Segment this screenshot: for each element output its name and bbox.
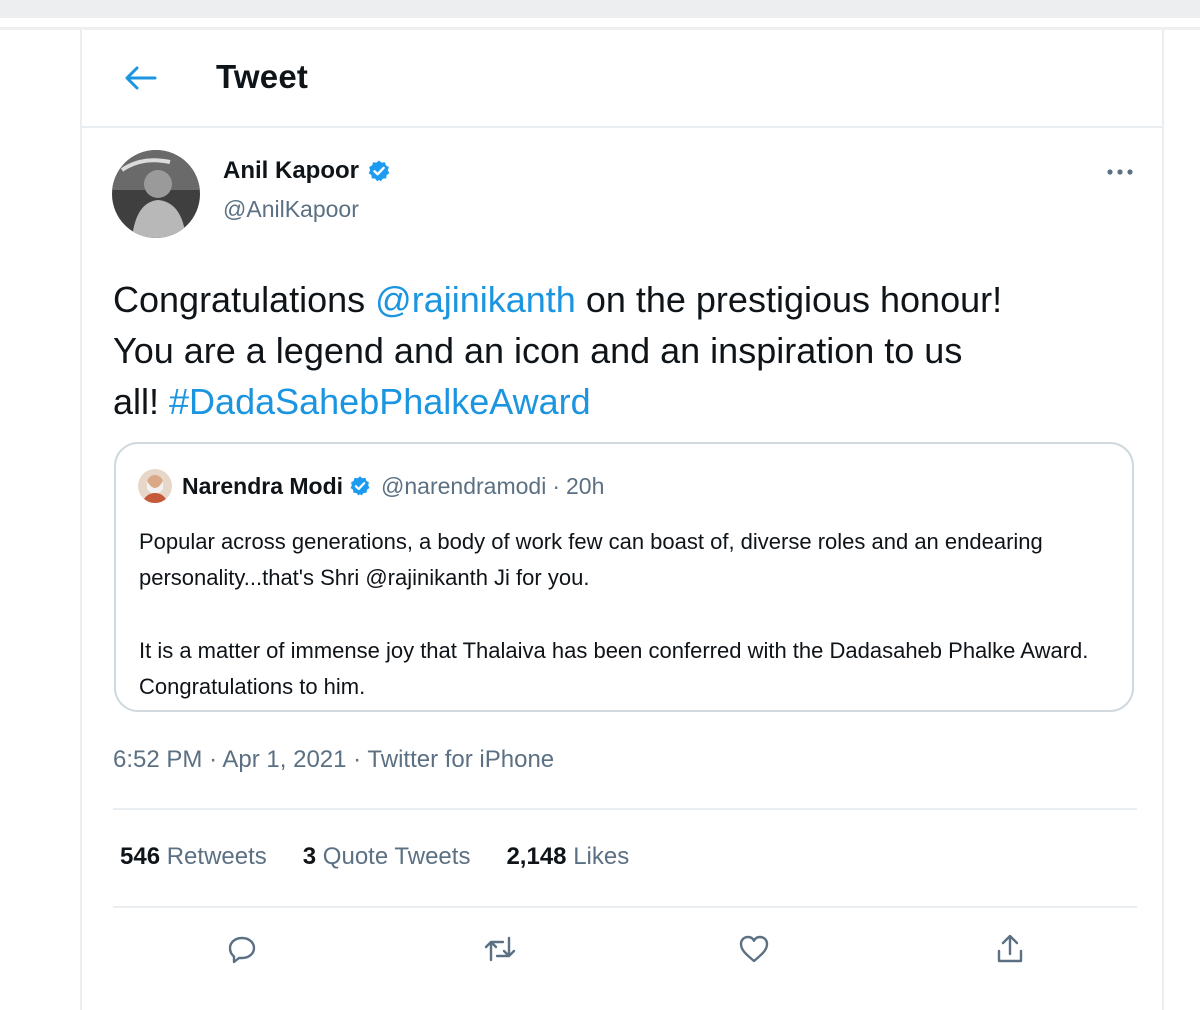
retweet-icon [484, 936, 516, 962]
browser-top-bar [0, 0, 1200, 18]
quoted-timestamp: 20h [565, 472, 605, 499]
likes-stat[interactable]: 2,148 Likes [506, 843, 629, 871]
quoted-tweet-card[interactable]: Narendra Modi @narendramodi · 20h Popula… [114, 442, 1134, 712]
heart-icon [739, 935, 769, 963]
retweet-button[interactable] [477, 926, 523, 972]
mention-link[interactable]: @rajinikanth [375, 279, 576, 320]
page-header: Tweet [82, 30, 1162, 128]
quoted-paragraph-1: Popular across generations, a body of wo… [139, 529, 1043, 590]
tweet-source[interactable]: Twitter for iPhone [367, 746, 554, 773]
quoted-author-name: Narendra Modi [182, 472, 344, 499]
likes-count: 2,148 [506, 843, 567, 870]
quote-tweets-stat[interactable]: 3 Quote Tweets [303, 843, 471, 871]
tweet-text-part1: Congratulations [113, 279, 376, 320]
more-horizontal-icon [1107, 169, 1133, 175]
retweets-stat[interactable]: 546 Retweets [120, 843, 267, 871]
reply-icon [228, 936, 256, 964]
page-title: Tweet [216, 58, 309, 95]
meta-separator-2: · [353, 746, 362, 773]
more-options-button[interactable] [1100, 160, 1140, 184]
arrow-left-icon [125, 66, 157, 90]
author-avatar[interactable] [112, 150, 200, 238]
quoted-author-avatar [138, 469, 172, 503]
meta-separator-1: · [209, 746, 218, 773]
author-name[interactable]: Anil Kapoor [223, 157, 359, 185]
tweet-stats: 546 Retweets 3 Quote Tweets 2,148 Likes [120, 843, 665, 871]
author-handle[interactable]: @AnilKapoor [223, 196, 359, 223]
like-button[interactable] [731, 926, 777, 972]
tweet-time[interactable]: 6:52 PM [113, 746, 202, 773]
share-button[interactable] [987, 926, 1033, 972]
retweets-count: 546 [120, 843, 161, 870]
back-button[interactable] [118, 60, 162, 96]
quoted-tweet-header: Narendra Modi @narendramodi · 20h [138, 469, 604, 503]
tweet-meta: 6:52 PM · Apr 1, 2021 · Twitter for iPho… [113, 746, 554, 774]
quote-tweets-count: 3 [302, 843, 317, 870]
divider [113, 906, 1137, 908]
divider [113, 808, 1137, 810]
tweet-text: Congratulations @rajinikanth on the pres… [113, 274, 1013, 427]
quoted-verified-badge-icon [349, 475, 371, 497]
reply-button[interactable] [219, 926, 265, 972]
quoted-paragraph-2: It is a matter of immense joy that Thala… [139, 638, 1089, 699]
verified-badge-icon [367, 159, 391, 183]
retweets-label: Retweets [166, 843, 267, 870]
share-icon [997, 934, 1023, 963]
likes-label: Likes [573, 843, 630, 870]
quote-tweets-label: Quote Tweets [322, 843, 471, 870]
tweet-date[interactable]: Apr 1, 2021 [222, 746, 346, 773]
hashtag-link[interactable]: #DadaSahebPhalkeAward [169, 381, 591, 422]
tweet-column: Tweet Anil Kapoor @AnilKapoor Congratula… [80, 30, 1164, 1010]
quoted-author-handle: @narendramodi [381, 472, 547, 499]
tweet-actions [113, 920, 1137, 980]
quoted-separator: · [552, 472, 560, 499]
author-name-row: Anil Kapoor [223, 157, 391, 185]
